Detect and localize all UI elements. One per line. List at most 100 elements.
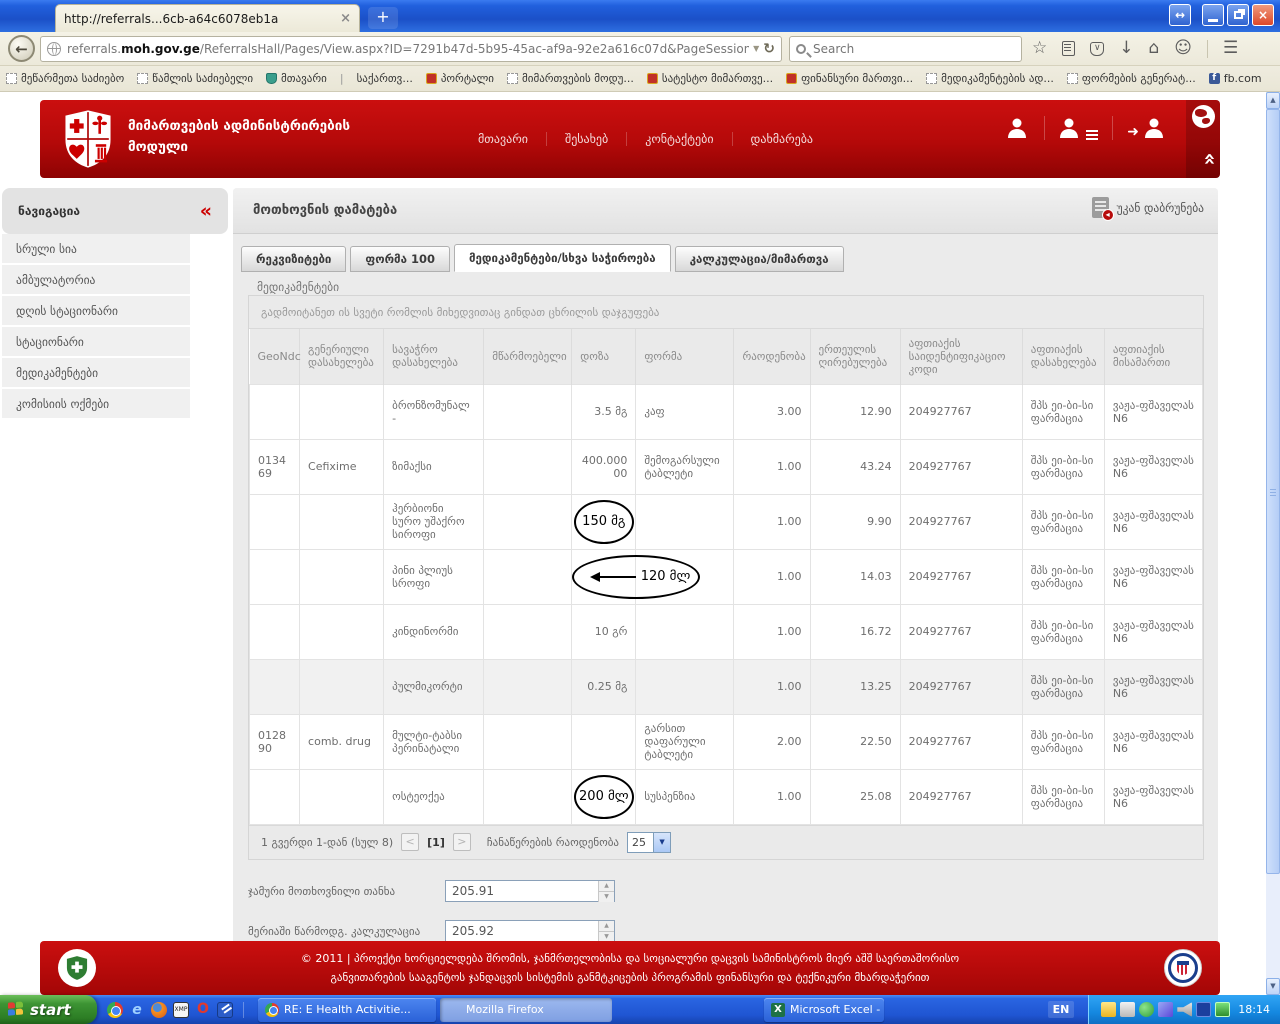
- column-header-trade[interactable]: სავაჭრო დასახელება: [384, 329, 484, 384]
- column-header-price[interactable]: ერთეულის ღირებულება: [810, 329, 900, 384]
- table-row-6[interactable]: 012890comb. drugმულტი-ტაბსი პერინატალიგა…: [250, 714, 1203, 769]
- tray-messenger-icon[interactable]: [1139, 1002, 1154, 1017]
- nav-item-0[interactable]: მთავარი: [460, 132, 546, 146]
- collapse-up-icon[interactable]: »: [1197, 155, 1221, 166]
- xmp-icon[interactable]: XMP: [173, 1002, 189, 1018]
- page-scrollbar[interactable]: ▲ ▼: [1266, 92, 1280, 995]
- window-close-button[interactable]: ×: [1252, 4, 1274, 26]
- downloads-icon[interactable]: ↓: [1119, 40, 1133, 57]
- search-box[interactable]: [789, 36, 1022, 62]
- tray-clock-icon[interactable]: [1101, 1002, 1116, 1017]
- bookmark-item[interactable]: პორტალი: [426, 72, 494, 85]
- back-button[interactable]: ←: [8, 35, 35, 62]
- sidebar-collapse-icon[interactable]: «: [200, 200, 212, 222]
- spinner-buttons[interactable]: ▲▼: [598, 881, 614, 901]
- menu-hamburger-icon[interactable]: ☰: [1223, 40, 1238, 57]
- sidebar-item-3[interactable]: სტაციონარი: [2, 327, 190, 358]
- tab-2[interactable]: მედიკამენტები/სხვა საჭიროება: [454, 244, 671, 272]
- window-restore-button[interactable]: [1227, 4, 1249, 26]
- chrome-icon[interactable]: [107, 1002, 123, 1018]
- firefox-icon[interactable]: [151, 1002, 167, 1018]
- sidebar-item-5[interactable]: კომისიის ოქმები: [2, 389, 190, 420]
- bookmark-item[interactable]: მეწარმეთა საძიებო: [6, 72, 124, 85]
- logout-icon[interactable]: ➜: [1112, 116, 1180, 140]
- column-header-dose[interactable]: დოზა: [572, 329, 636, 384]
- sidebar-item-2[interactable]: დღის სტაციონარი: [2, 296, 190, 327]
- task-button-excel[interactable]: XMicrosoft Excel - New...: [764, 998, 884, 1022]
- nav-item-2[interactable]: კონტაქტები: [626, 132, 731, 146]
- calculation-input[interactable]: [445, 920, 615, 942]
- reload-icon[interactable]: ↻: [763, 41, 775, 57]
- url-dropdown-icon[interactable]: ▼: [753, 44, 759, 53]
- user-list-icon[interactable]: [1044, 116, 1112, 140]
- bookmark-item[interactable]: ფინანსური მართვი...: [786, 72, 913, 85]
- total-requested-input[interactable]: [445, 880, 615, 902]
- tray-rdp-icon[interactable]: [1196, 1002, 1211, 1017]
- language-indicator[interactable]: EN: [1048, 1001, 1075, 1018]
- table-row-1[interactable]: 013469Cefiximeზიმაქსი400.00000შემოგარსულ…: [250, 439, 1203, 494]
- table-row-0[interactable]: ბრონზომუნალ -3.5 მგკაფ3.0012.90204927767…: [250, 384, 1203, 439]
- share-smiley-icon[interactable]: ☺: [1174, 40, 1192, 57]
- column-header-manufacturer[interactable]: მწარმოებელი: [484, 329, 572, 384]
- tray-printer-icon[interactable]: [1120, 1002, 1135, 1017]
- tab-close-icon[interactable]: ×: [340, 11, 351, 26]
- opera-icon[interactable]: O: [195, 1002, 211, 1018]
- bookmark-item[interactable]: მედიკამენტების ად...: [926, 72, 1054, 85]
- language-globe-icon[interactable]: [1192, 105, 1215, 128]
- bookmark-item[interactable]: მიმართვების მოდუ...: [507, 72, 634, 85]
- table-row-3[interactable]: პინი პლიუს სროფი120 მლ1.0014.03204927767…: [250, 549, 1203, 604]
- column-header-generic[interactable]: გენერიული დასახელება: [300, 329, 384, 384]
- sidebar-item-0[interactable]: სრული სია: [2, 234, 190, 265]
- window-resize-button[interactable]: ↔: [1169, 4, 1191, 26]
- spinner-buttons[interactable]: ▲▼: [598, 921, 614, 941]
- journal-icon[interactable]: [217, 1002, 233, 1018]
- sidebar-item-1[interactable]: ამბულატორია: [2, 265, 190, 296]
- start-button[interactable]: start: [0, 995, 97, 1024]
- nav-item-1[interactable]: შესახებ: [546, 132, 626, 146]
- column-header-pharmacy[interactable]: აფთიაქის დასახელება: [1022, 329, 1104, 384]
- column-header-address[interactable]: აფთიაქის მისამართი: [1104, 329, 1202, 384]
- new-tab-button[interactable]: +: [368, 7, 398, 29]
- tab-3[interactable]: კალკულაცია/მიმართვა: [675, 246, 844, 272]
- tray-update-icon[interactable]: [1158, 1002, 1173, 1017]
- column-header-code[interactable]: აფთიაქის საიდენტიფიკაციო კოდი: [900, 329, 1022, 384]
- sidebar-item-4[interactable]: მედიკამენტები: [2, 358, 190, 389]
- tab-1[interactable]: ფორმა 100: [350, 246, 450, 272]
- bookmark-item[interactable]: საქართვ...: [357, 72, 413, 85]
- ie-icon[interactable]: e: [129, 1002, 145, 1018]
- nav-item-3[interactable]: დახმარება: [732, 132, 832, 146]
- task-button-firefox[interactable]: Mozilla Firefox: [440, 998, 612, 1022]
- scrollbar-down-icon[interactable]: ▼: [1266, 978, 1280, 995]
- column-header-form[interactable]: ფორმა: [636, 329, 734, 384]
- bookmark-item[interactable]: ფორმების გენერატ...: [1067, 72, 1196, 85]
- window-minimize-button[interactable]: [1202, 4, 1224, 26]
- reading-list-icon[interactable]: [1062, 41, 1075, 56]
- column-header-qty[interactable]: რაოდენობა: [734, 329, 810, 384]
- table-row-2[interactable]: ჰერბიონი სურო უშაქრო სიროფი150 მგ1.009.9…: [250, 494, 1203, 549]
- tray-volume-icon[interactable]: [1177, 1002, 1192, 1017]
- task-button-chrome[interactable]: RE: E Health Activitie...: [258, 998, 436, 1022]
- tray-network-icon[interactable]: [1215, 1002, 1230, 1017]
- browser-tab[interactable]: http://referrals...6cb-a64c6078eb1a ×: [55, 4, 360, 32]
- pocket-icon[interactable]: ∨: [1090, 42, 1104, 56]
- bookmark-item[interactable]: სატესტო მიმართვე...: [647, 72, 773, 85]
- search-input[interactable]: [813, 42, 993, 56]
- scrollbar-up-icon[interactable]: ▲: [1266, 92, 1280, 109]
- column-header-geondc[interactable]: GeoNdc: [250, 329, 300, 384]
- scrollbar-thumb[interactable]: [1266, 109, 1280, 874]
- bookmark-item[interactable]: წამლის საძიებელი: [137, 72, 253, 85]
- go-back-link[interactable]: ◂ უკან დაბრუნება: [1092, 197, 1204, 218]
- bookmark-item[interactable]: მთავარი: [266, 72, 327, 85]
- url-bar[interactable]: referrals.moh.gov.ge/ReferralsHall/Pages…: [40, 36, 782, 62]
- tab-0[interactable]: რეკვიზიტები: [241, 246, 346, 272]
- home-icon[interactable]: ⌂: [1149, 40, 1160, 57]
- bookmark-item[interactable]: ffb.com: [1209, 72, 1262, 85]
- table-row-5[interactable]: პულმიკორტი0.25 მგ1.0013.25204927767შპს ე…: [250, 659, 1203, 714]
- pager-next-button[interactable]: >: [453, 833, 471, 851]
- table-row-7[interactable]: ოსტეოქეა200 მლსუსპენზია1.0025.0820492776…: [250, 769, 1203, 824]
- bookmark-star-icon[interactable]: ☆: [1032, 40, 1047, 57]
- pager-prev-button[interactable]: <: [401, 833, 419, 851]
- page-size-select[interactable]: 25 ▼: [627, 832, 671, 853]
- table-row-4[interactable]: კინდინორმი10 გრ1.0016.72204927767შპს ეი-…: [250, 604, 1203, 659]
- profile-icon[interactable]: [990, 116, 1044, 140]
